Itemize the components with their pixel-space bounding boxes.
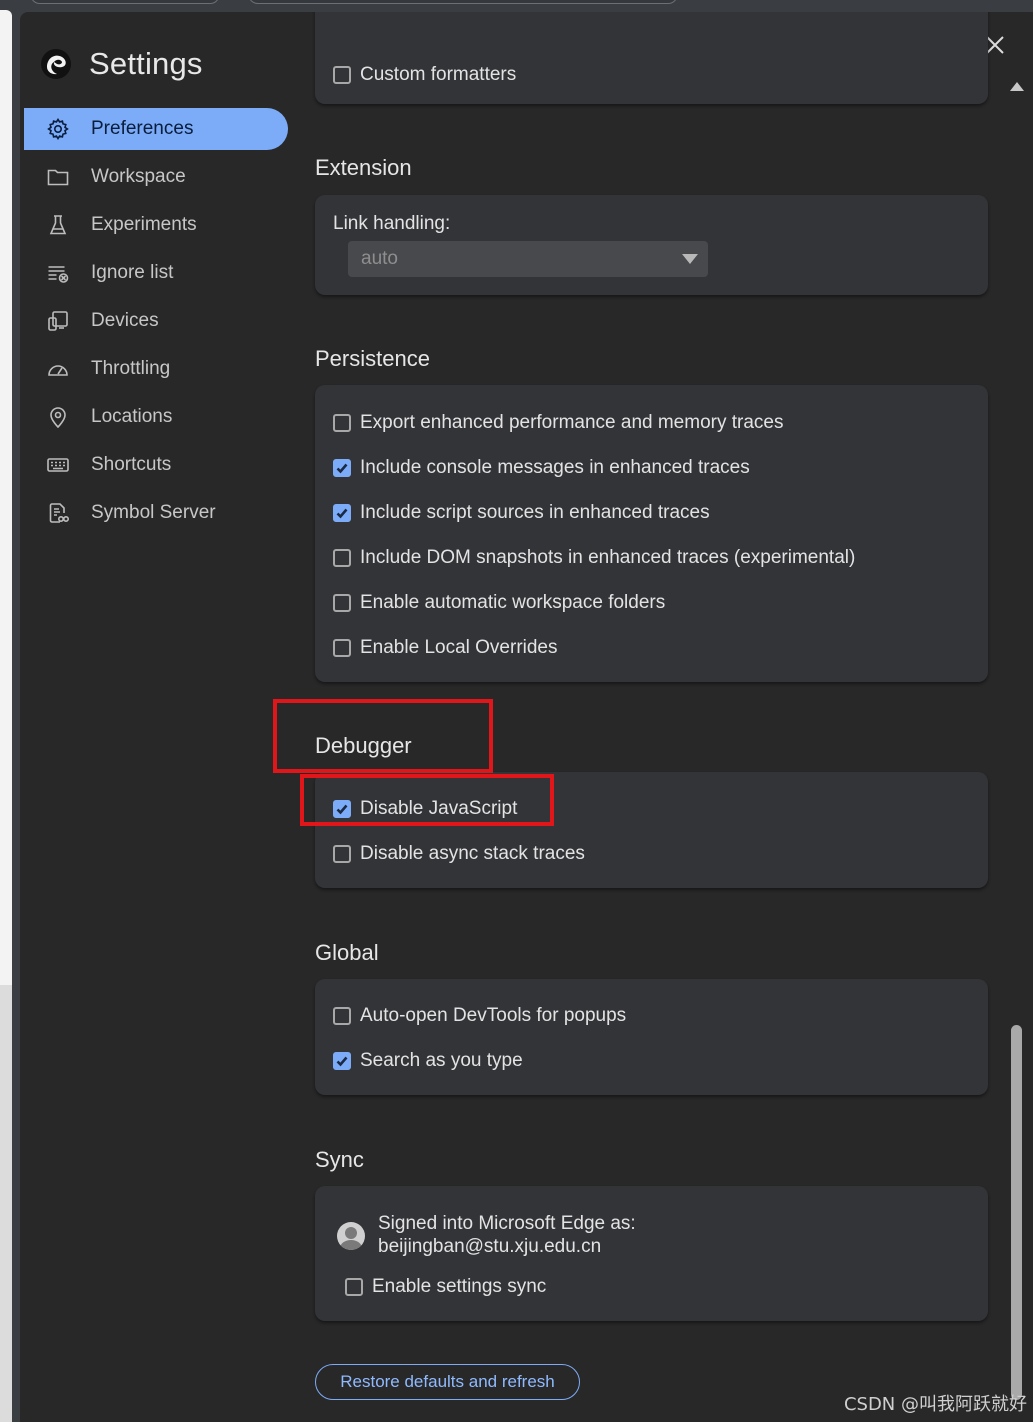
gear-icon: [46, 117, 70, 141]
checkbox-label: Disable JavaScript: [360, 798, 518, 819]
checkbox-box: [333, 639, 351, 657]
sidebar-item-label: Workspace: [91, 166, 186, 187]
section-title-persistence: Persistence: [315, 346, 430, 371]
signed-in-email: beijingban@stu.xju.edu.cn: [378, 1236, 602, 1257]
checkbox-label: Custom formatters: [360, 64, 517, 85]
folder-icon: [46, 165, 70, 189]
sidebar-item-label: Throttling: [91, 358, 171, 379]
search-as-you-type-checkbox[interactable]: Search as you type: [333, 1050, 523, 1072]
auto-open-devtools-checkbox[interactable]: Auto-open DevTools for popups: [333, 1005, 626, 1027]
settings-content: Custom formatters Extension Link handlin…: [315, 12, 988, 1422]
persistence-option[interactable]: Enable Local Overrides: [333, 637, 558, 659]
checkbox-label: Include DOM snapshots in enhanced traces…: [360, 547, 856, 568]
enable-settings-sync-checkbox[interactable]: Enable settings sync: [345, 1276, 546, 1298]
checkbox-label: Search as you type: [360, 1050, 523, 1071]
persistence-option[interactable]: Include script sources in enhanced trace…: [333, 502, 710, 524]
extension-card: Link handling: auto: [315, 195, 988, 295]
sidebar-item-label: Shortcuts: [91, 454, 172, 475]
watermark: CSDN @叫我阿跃就好: [843, 1394, 1027, 1415]
sync-card: Signed into Microsoft Edge as: beijingba…: [315, 1186, 988, 1321]
checkbox-label: Enable Local Overrides: [360, 637, 558, 658]
location-pin-icon: [46, 405, 70, 429]
sidebar-item-label: Locations: [91, 406, 173, 427]
sidebar-item-label: Symbol Server: [91, 502, 216, 523]
avatar: [337, 1222, 365, 1250]
section-title-global: Global: [315, 940, 379, 965]
sidebar-item-experiments[interactable]: Experiments: [24, 204, 288, 246]
edge-logo-icon: [41, 49, 71, 79]
browser-tab: [30, 0, 220, 4]
custom-formatters-checkbox[interactable]: Custom formatters: [333, 64, 516, 86]
persistence-option[interactable]: Export enhanced performance and memory t…: [333, 412, 784, 434]
flask-icon: [46, 213, 70, 237]
checkbox-checked-icon: [333, 1052, 351, 1070]
checkbox-box: [333, 845, 351, 863]
browser-tab: [248, 0, 678, 4]
sidebar-item-workspace[interactable]: Workspace: [24, 156, 288, 198]
checkbox-box: [333, 414, 351, 432]
settings-dialog: Settings Preferences Workspace Experimen…: [20, 12, 1033, 1422]
persistence-option[interactable]: Include DOM snapshots in enhanced traces…: [333, 547, 855, 569]
checkbox-box: [333, 1007, 351, 1025]
restore-defaults-button[interactable]: Restore defaults and refresh: [315, 1364, 580, 1400]
persistence-card: Export enhanced performance and memory t…: [315, 385, 988, 682]
settings-header: Settings: [40, 46, 203, 82]
checkbox-label: Enable settings sync: [372, 1276, 547, 1297]
disable-javascript-checkbox[interactable]: Disable JavaScript: [333, 798, 517, 820]
scrollbar-thumb[interactable]: [1011, 1025, 1022, 1400]
formatters-card: Custom formatters: [315, 12, 988, 104]
checkbox-checked-icon: [333, 800, 351, 818]
scroll-up-arrow-icon[interactable]: [1010, 82, 1024, 91]
sidebar-item-label: Devices: [91, 310, 159, 331]
select-value: auto: [361, 248, 398, 269]
sidebar-item-label: Preferences: [91, 118, 194, 139]
sidebar-item-locations[interactable]: Locations: [24, 396, 288, 438]
keyboard-icon: [46, 453, 70, 477]
ignore-list-icon: [46, 261, 70, 285]
checkbox-label: Enable automatic workspace folders: [360, 592, 666, 613]
checkbox-box: [345, 1278, 363, 1296]
section-title-debugger: Debugger: [315, 733, 412, 758]
checkbox-box: [333, 594, 351, 612]
sidebar-item-shortcuts[interactable]: Shortcuts: [24, 444, 288, 486]
checkbox-label: Include console messages in enhanced tra…: [360, 457, 750, 478]
sidebar-item-label: Ignore list: [91, 262, 174, 283]
sidebar-item-label: Experiments: [91, 214, 197, 235]
section-title-extension: Extension: [315, 155, 412, 180]
checkbox-checked-icon: [333, 459, 351, 477]
link-handling-select[interactable]: auto: [348, 241, 708, 277]
checkbox-label: Disable async stack traces: [360, 843, 585, 864]
persistence-option[interactable]: Include console messages in enhanced tra…: [333, 457, 750, 479]
link-handling-label: Link handling:: [333, 213, 451, 234]
signed-in-info: Signed into Microsoft Edge as: beijingba…: [378, 1212, 636, 1258]
devices-icon: [46, 309, 70, 333]
checkbox-label: Export enhanced performance and memory t…: [360, 412, 784, 433]
sidebar-item-devices[interactable]: Devices: [24, 300, 288, 342]
checkbox-label: Auto-open DevTools for popups: [360, 1005, 627, 1026]
page-title: Settings: [89, 46, 203, 81]
sidebar-item-throttling[interactable]: Throttling: [24, 348, 288, 390]
checkbox-checked-icon: [333, 504, 351, 522]
section-title-sync: Sync: [315, 1147, 364, 1172]
speedometer-icon: [46, 357, 70, 381]
sidebar-nav: Preferences Workspace Experiments Ignore…: [24, 108, 288, 540]
disable-async-stack-traces-checkbox[interactable]: Disable async stack traces: [333, 843, 585, 865]
symbol-server-icon: [46, 501, 70, 525]
debugger-card: Disable JavaScript Disable async stack t…: [315, 772, 988, 888]
persistence-option[interactable]: Enable automatic workspace folders: [333, 592, 665, 614]
checkbox-box: [333, 549, 351, 567]
page-background-strip: [0, 985, 12, 1422]
checkbox-label: Include script sources in enhanced trace…: [360, 502, 710, 523]
sidebar-item-symbol-server[interactable]: Symbol Server: [24, 492, 288, 534]
sidebar-item-preferences[interactable]: Preferences: [24, 108, 288, 150]
dropdown-arrow-icon: [682, 254, 698, 264]
checkbox-box: [333, 66, 351, 84]
sidebar-item-ignore-list[interactable]: Ignore list: [24, 252, 288, 294]
global-card: Auto-open DevTools for popups Search as …: [315, 979, 988, 1095]
signed-in-label: Signed into Microsoft Edge as:: [378, 1213, 636, 1234]
